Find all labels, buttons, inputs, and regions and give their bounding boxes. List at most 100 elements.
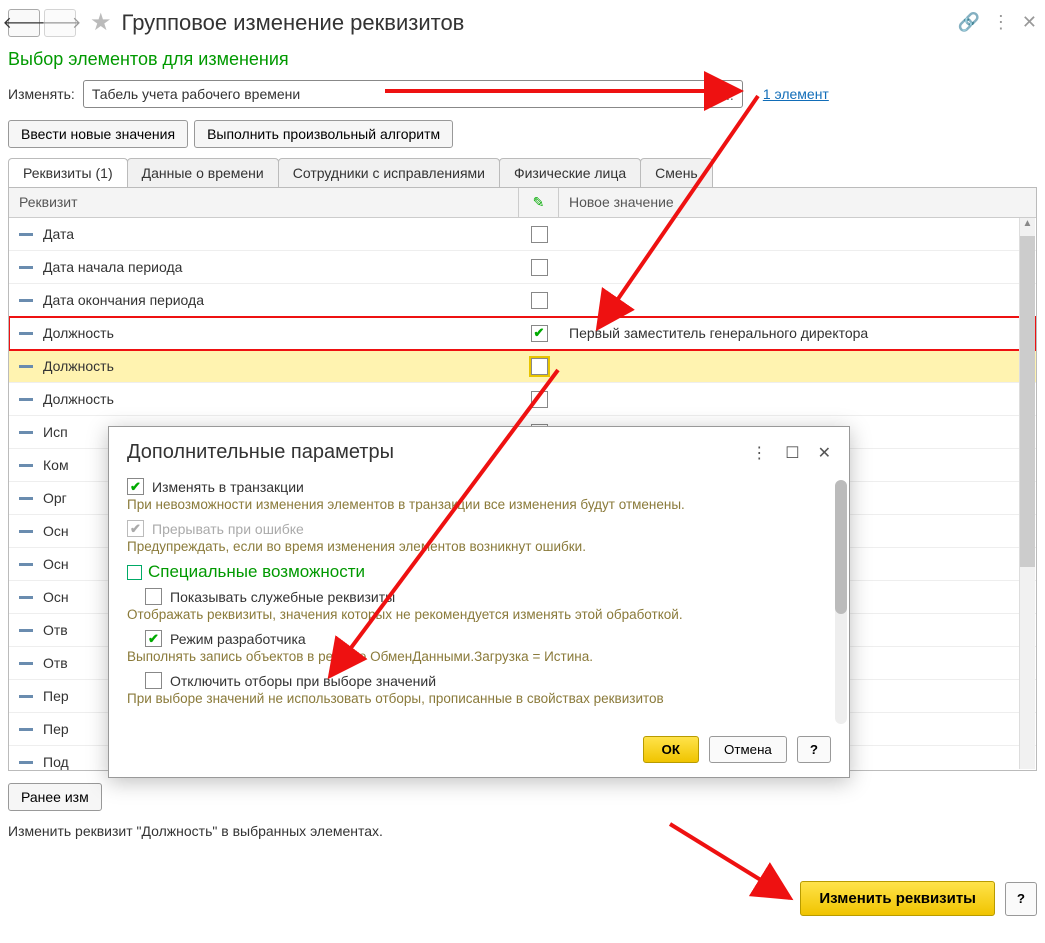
row-checkbox[interactable] — [531, 259, 548, 276]
transaction-checkbox[interactable] — [127, 478, 144, 495]
close-icon[interactable]: ✕ — [1022, 12, 1037, 33]
run-algorithm-button[interactable]: Выполнить произвольный алгоритм — [194, 120, 453, 148]
dialog-cancel-button[interactable]: Отмена — [709, 736, 787, 763]
tab-employees[interactable]: Сотрудники с исправлениями — [278, 158, 500, 187]
requisite-name: Отв — [43, 622, 68, 638]
show-service-label: Показывать служебные реквизиты — [170, 589, 395, 605]
row-new-value[interactable]: Первый заместитель генерального директор… — [559, 325, 1036, 341]
row-checkbox[interactable] — [531, 325, 548, 342]
special-capabilities-label: Специальные возможности — [148, 562, 365, 582]
field-icon — [19, 530, 33, 533]
requisite-name: Должность — [43, 391, 114, 407]
requisite-name: Пер — [43, 688, 69, 704]
row-checkbox[interactable] — [531, 292, 548, 309]
nav-forward-button[interactable]: 🡒 — [44, 9, 76, 37]
requisite-name: Отв — [43, 655, 68, 671]
requisite-name: Орг — [43, 490, 67, 506]
stop-on-error-checkbox — [127, 520, 144, 537]
requisite-name: Дата начала периода — [43, 259, 182, 275]
page-title: Групповое изменение реквизитов — [122, 10, 465, 36]
status-text: Изменить реквизит "Должность" в выбранны… — [8, 823, 1037, 839]
chevron-down-icon: ... — [722, 87, 734, 103]
row-checkbox[interactable] — [531, 226, 548, 243]
field-icon — [19, 398, 33, 401]
stop-on-error-label: Прерывать при ошибке — [152, 521, 304, 537]
requisite-name: Пер — [43, 721, 69, 737]
requisite-name: Под — [43, 754, 69, 770]
tab-time-data[interactable]: Данные о времени — [127, 158, 279, 187]
transaction-label: Изменять в транзакции — [152, 479, 304, 495]
row-checkbox[interactable] — [531, 391, 548, 408]
field-icon — [19, 365, 33, 368]
col-header-new-value[interactable]: Новое значение — [559, 188, 1036, 217]
table-row[interactable]: Должность — [9, 350, 1036, 383]
field-icon — [19, 662, 33, 665]
previously-changed-button[interactable]: Ранее изм — [8, 783, 102, 811]
table-row[interactable]: Дата — [9, 218, 1036, 251]
change-select-value: Табель учета рабочего времени — [92, 86, 300, 102]
dialog-maximize-icon[interactable]: ☐ — [785, 443, 799, 463]
field-icon — [19, 497, 33, 500]
tab-requisites[interactable]: Реквизиты (1) — [8, 158, 128, 187]
field-icon — [19, 728, 33, 731]
requisite-name: Осн — [43, 523, 69, 539]
col-header-edit-icon[interactable]: ✎ — [519, 188, 559, 217]
field-icon — [19, 464, 33, 467]
field-icon — [19, 596, 33, 599]
field-icon — [19, 629, 33, 632]
table-row[interactable]: Должность — [9, 383, 1036, 416]
table-row[interactable]: Дата начала периода — [9, 251, 1036, 284]
col-header-requisite[interactable]: Реквизит — [9, 188, 519, 217]
apply-changes-button[interactable]: Изменить реквизиты — [800, 881, 995, 916]
table-row[interactable]: Дата окончания периода — [9, 284, 1036, 317]
disable-filter-label: Отключить отборы при выборе значений — [170, 673, 436, 689]
enter-values-button[interactable]: Ввести новые значения — [8, 120, 188, 148]
elements-link[interactable]: 1 элемент — [763, 86, 829, 102]
disable-filter-checkbox[interactable] — [145, 672, 162, 689]
tab-persons[interactable]: Физические лица — [499, 158, 641, 187]
field-icon — [19, 233, 33, 236]
help-button[interactable]: ? — [1005, 882, 1037, 916]
field-icon — [19, 431, 33, 434]
dialog-close-icon[interactable]: ✕ — [818, 443, 831, 463]
section-title: Выбор элементов для изменения — [8, 49, 1037, 70]
field-icon — [19, 563, 33, 566]
change-select[interactable]: Табель учета рабочего времени ... — [83, 80, 743, 108]
dev-mode-checkbox[interactable] — [145, 630, 162, 647]
requisite-name: Осн — [43, 556, 69, 572]
dialog-help-button[interactable]: ? — [797, 736, 831, 763]
field-icon — [19, 332, 33, 335]
stop-on-error-hint: Предупреждать, если во время изменения э… — [127, 539, 831, 554]
disable-filter-hint: При выборе значений не использовать отбо… — [127, 691, 831, 706]
dialog-ok-button[interactable]: ОК — [643, 736, 700, 763]
requisite-name: Дата окончания периода — [43, 292, 204, 308]
field-icon — [19, 761, 33, 764]
dialog-kebab-icon[interactable]: ⋮ — [751, 443, 767, 463]
special-capabilities-checkbox[interactable] — [127, 565, 142, 580]
show-service-checkbox[interactable] — [145, 588, 162, 605]
requisite-name: Должность — [43, 358, 114, 374]
table-row[interactable]: Должность Первый заместитель генерального… — [9, 317, 1036, 350]
nav-back-button[interactable]: 🡐 — [8, 9, 40, 37]
show-service-hint: Отображать реквизиты, значения которых н… — [127, 607, 831, 622]
row-checkbox[interactable] — [531, 358, 548, 375]
tab-shifts[interactable]: Смень — [640, 158, 713, 187]
tabs: Реквизиты (1) Данные о времени Сотрудник… — [8, 158, 1037, 187]
dev-mode-hint: Выполнять запись объектов в режиме Обмен… — [127, 649, 831, 664]
dialog-scrollbar[interactable] — [835, 480, 847, 724]
kebab-menu-icon[interactable]: ⋮ — [992, 12, 1010, 33]
link-icon[interactable]: 🔗 — [957, 12, 979, 33]
field-icon — [19, 695, 33, 698]
transaction-hint: При невозможности изменения элементов в … — [127, 497, 831, 512]
additional-params-dialog: Дополнительные параметры ⋮ ☐ ✕ Изменять … — [108, 426, 850, 778]
dialog-title: Дополнительные параметры — [127, 441, 394, 464]
field-icon — [19, 299, 33, 302]
dev-mode-label: Режим разработчика — [170, 631, 306, 647]
requisite-name: Ком — [43, 457, 69, 473]
requisite-name: Должность — [43, 325, 114, 341]
requisite-name: Исп — [43, 424, 68, 440]
requisite-name: Осн — [43, 589, 69, 605]
field-icon — [19, 266, 33, 269]
grid-scrollbar[interactable]: ▲ — [1019, 218, 1035, 769]
favorite-star-icon[interactable]: ★ — [90, 8, 112, 37]
